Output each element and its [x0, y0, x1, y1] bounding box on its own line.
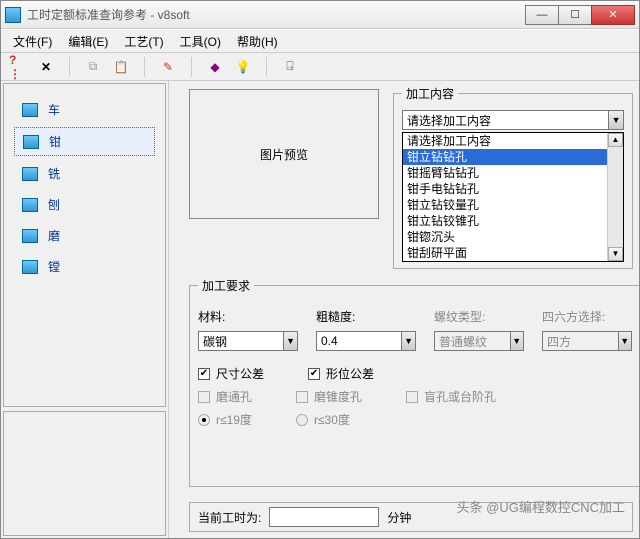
paste-icon[interactable]: 📋: [112, 58, 130, 76]
wand-icon[interactable]: ✎: [159, 58, 177, 76]
footer-bar: 当前工时为: 分钟: [189, 502, 633, 532]
menu-file[interactable]: 文件(F): [7, 31, 58, 52]
sidebar-item-bore[interactable]: 镗: [14, 253, 155, 280]
thread-type-combo: ▼: [434, 331, 524, 351]
material-input[interactable]: [199, 332, 283, 350]
sidebar-item-lathe[interactable]: 车: [14, 96, 155, 123]
material-combo[interactable]: ▼: [198, 331, 298, 351]
process-content-group: 加工内容 ▼ 请选择加工内容 钳立钻钻孔 钳摇臂钻钻孔 钳手电钻钻孔 钳立钻铰量…: [393, 85, 633, 269]
grind-thru-checkbox: 磨通孔: [198, 388, 252, 405]
app-icon: [5, 7, 21, 23]
sidebar-lower-panel: [3, 411, 166, 536]
sidebar-item-plane[interactable]: 刨: [14, 191, 155, 218]
book-icon: [22, 260, 38, 274]
chevron-down-icon: ▼: [510, 332, 523, 350]
chevron-down-icon: ▼: [618, 332, 631, 350]
dropdown-option[interactable]: 请选择加工内容: [403, 133, 607, 149]
book-icon[interactable]: ◆: [206, 58, 224, 76]
dropdown-option[interactable]: 钳手电钻钻孔: [403, 181, 607, 197]
process-content-combo[interactable]: ▼: [402, 110, 624, 130]
bulb-icon[interactable]: 💡: [234, 58, 252, 76]
size-tolerance-checkbox[interactable]: ✔尺寸公差: [198, 365, 264, 382]
sidebar-item-grind[interactable]: 磨: [14, 222, 155, 249]
window-title: 工时定额标准查询参考 - v8soft: [27, 6, 190, 23]
scroll-down-icon[interactable]: ▼: [608, 247, 623, 261]
book-icon: [22, 198, 38, 212]
dropdown-option[interactable]: 钳锪沉头: [403, 229, 607, 245]
exit-icon[interactable]: ⍈: [281, 58, 299, 76]
close-button[interactable]: ✕: [591, 5, 635, 25]
maximize-button[interactable]: ☐: [558, 5, 592, 25]
image-preview: 图片预览: [189, 89, 379, 219]
grind-cone-checkbox: 磨锥度孔: [296, 388, 362, 405]
process-content-legend: 加工内容: [402, 85, 458, 102]
book-icon: [22, 103, 38, 117]
roughness-label: 粗糙度:: [316, 310, 355, 324]
radius-19-radio: r≤19度: [198, 411, 252, 428]
roughness-combo[interactable]: ▼: [316, 331, 416, 351]
square-select-label: 四六方选择:: [542, 310, 605, 324]
chevron-down-icon[interactable]: ▼: [608, 111, 623, 129]
square-select-combo: ▼: [542, 331, 632, 351]
menu-tech[interactable]: 工艺(T): [118, 31, 169, 52]
thread-type-label: 螺纹类型:: [434, 310, 485, 324]
scroll-up-icon[interactable]: ▲: [608, 133, 623, 147]
delete-icon[interactable]: ✕: [37, 58, 55, 76]
current-time-label: 当前工时为:: [198, 509, 261, 526]
copy-icon[interactable]: ⧉: [84, 58, 102, 76]
dropdown-option[interactable]: 钳刮研平面: [403, 245, 607, 261]
process-content-input[interactable]: [403, 111, 608, 129]
dropdown-option[interactable]: 钳立钻铰量孔: [403, 197, 607, 213]
process-requirement-group: 加工要求 材料: 粗糙度: 螺纹类型: 四六方选择:: [189, 277, 639, 487]
help-icon[interactable]: ?⋮: [9, 58, 27, 76]
menu-tool[interactable]: 工具(O): [174, 31, 227, 52]
chevron-down-icon[interactable]: ▼: [401, 332, 415, 350]
dropdown-option[interactable]: 钳立钻钻孔: [403, 149, 607, 165]
roughness-input[interactable]: [317, 332, 401, 350]
dropdown-scrollbar[interactable]: ▲ ▼: [607, 133, 623, 261]
toolbar: ?⋮ ✕ ⧉ 📋 ✎ ◆ 💡 ⍈: [1, 53, 639, 81]
blind-step-checkbox: 盲孔或台阶孔: [406, 388, 496, 405]
square-select-input: [543, 332, 618, 350]
book-icon: [23, 135, 39, 149]
process-content-dropdown: 请选择加工内容 钳立钻钻孔 钳摇臂钻钻孔 钳手电钻钻孔 钳立钻铰量孔 钳立钻铰锥…: [402, 132, 624, 262]
chevron-down-icon[interactable]: ▼: [283, 332, 297, 350]
book-icon: [22, 167, 38, 181]
preview-label: 图片预览: [260, 146, 308, 163]
material-label: 材料:: [198, 310, 225, 324]
sidebar-item-mill[interactable]: 铣: [14, 160, 155, 187]
requirement-legend: 加工要求: [198, 277, 254, 294]
sidebar-item-bench[interactable]: 钳: [14, 127, 155, 156]
current-time-field[interactable]: [269, 507, 379, 527]
menu-help[interactable]: 帮助(H): [231, 31, 284, 52]
menu-edit[interactable]: 编辑(E): [62, 31, 114, 52]
dropdown-option[interactable]: 钳摇臂钻钻孔: [403, 165, 607, 181]
thread-type-input: [435, 332, 510, 350]
geom-tolerance-checkbox[interactable]: ✔形位公差: [308, 365, 374, 382]
sidebar: 车 钳 铣 刨 磨 镗: [3, 83, 166, 407]
book-icon: [22, 229, 38, 243]
dropdown-option[interactable]: 钳立钻铰锥孔: [403, 213, 607, 229]
minutes-label: 分钟: [387, 509, 411, 526]
menubar: 文件(F) 编辑(E) 工艺(T) 工具(O) 帮助(H): [1, 29, 639, 53]
radius-30-radio: r≤30度: [296, 411, 350, 428]
minimize-button[interactable]: —: [525, 5, 559, 25]
